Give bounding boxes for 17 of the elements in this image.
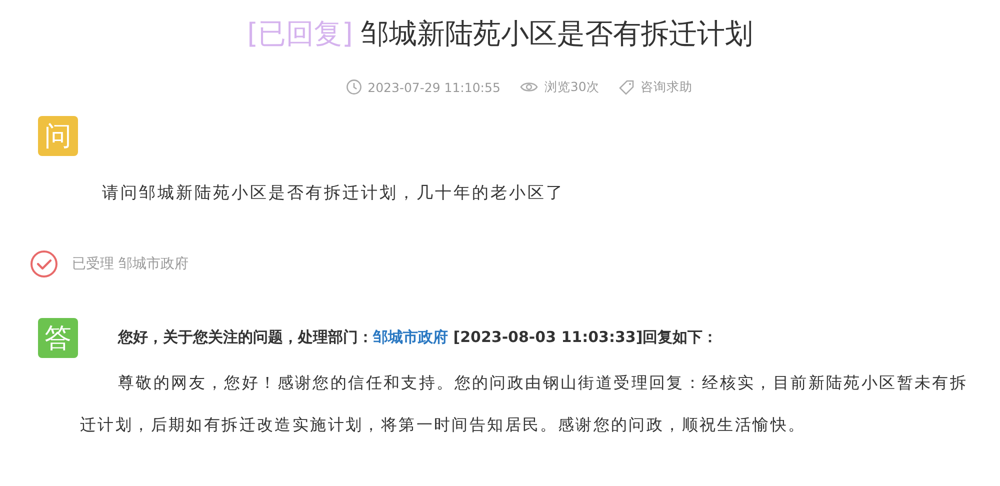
- answer-badge: 答: [38, 318, 78, 358]
- reply-text: 尊敬的网友，您好！感谢您的信任和支持。您的问政由钢山街道受理回复：经核实，目前新陆苑小区暂未有拆迁计划，后期如有拆迁改造实施计划，将第一时间告知居民。感谢您的问政，顺祝生活愉快。: [80, 372, 969, 436]
- category-label: 咨询求助: [640, 78, 692, 96]
- check-circle-icon: [30, 250, 58, 278]
- reply-status-tag: [已回复]: [247, 17, 353, 50]
- question-badge: 问: [38, 116, 78, 156]
- reply-heading: 您好，关于您关注的问题，处理部门：邹城市政府 [2023-08-03 11:03:33]回复如下：: [118, 328, 718, 347]
- department-label: 邹城市政府: [118, 256, 188, 272]
- department-link[interactable]: 邹城市政府: [373, 328, 448, 346]
- page-title: 邹城新陆苑小区是否有拆迁计划: [360, 17, 753, 50]
- post-time: 2023-07-29 11:10:55: [368, 80, 500, 94]
- view-count: 浏览30次: [544, 78, 600, 96]
- tag-icon: [619, 80, 634, 94]
- clock-icon: [346, 79, 362, 95]
- question-text: 请问邹城新陆苑小区是否有拆迁计划，几十年的老小区了: [102, 182, 566, 204]
- eye-icon: [520, 81, 538, 93]
- status-label: 已受理: [72, 256, 114, 272]
